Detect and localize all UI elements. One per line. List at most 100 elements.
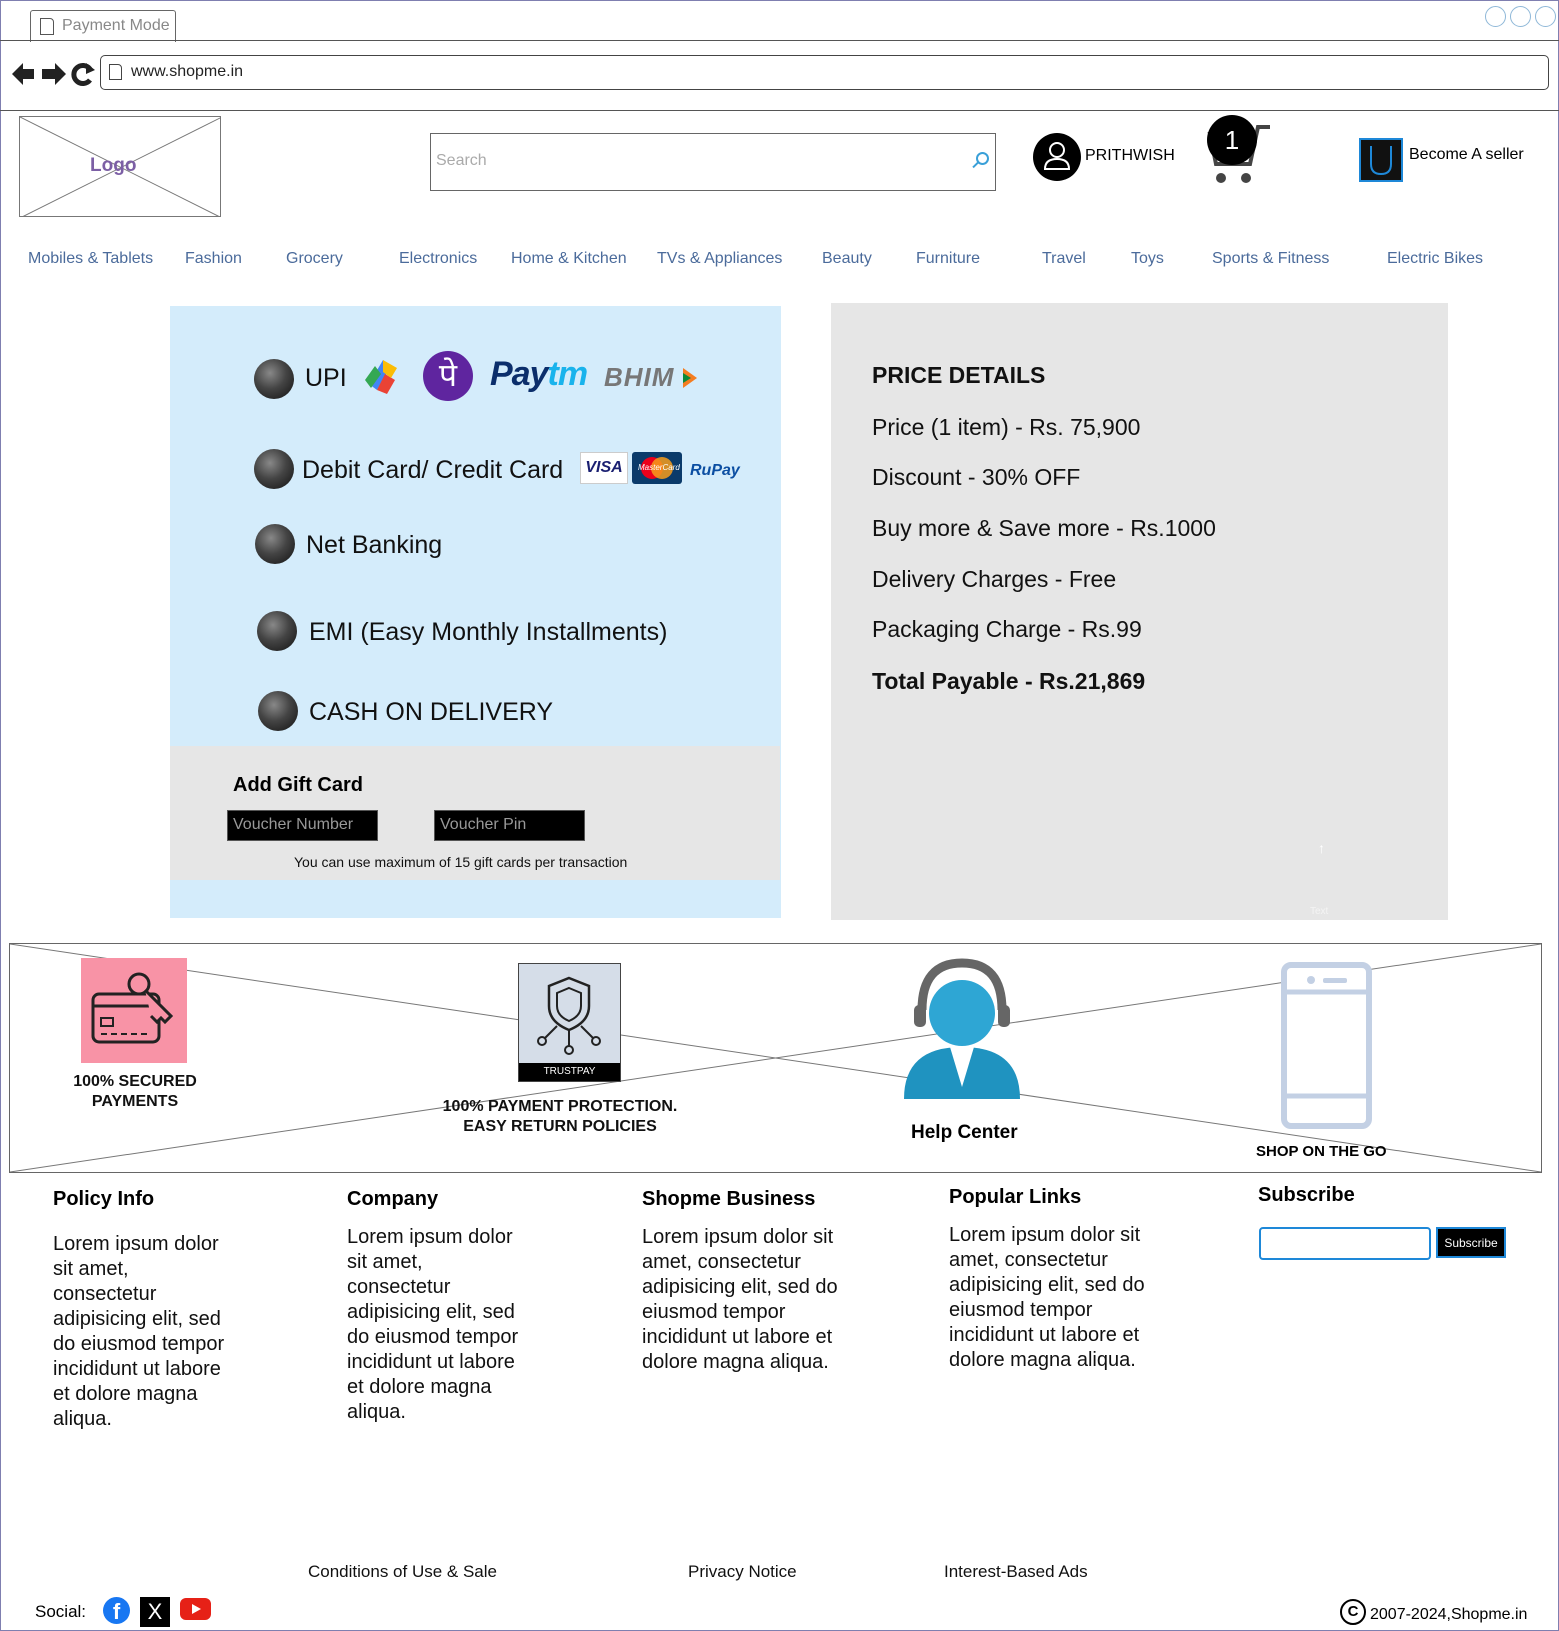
category-link[interactable]: Electric Bikes xyxy=(1387,250,1483,268)
text-line: adipisicing elit, sed do xyxy=(642,1276,838,1298)
user-icon xyxy=(1043,142,1071,170)
subscribe-email-input[interactable] xyxy=(1259,1227,1431,1260)
text-line: eiusmod tempor xyxy=(949,1299,1093,1321)
user-avatar[interactable] xyxy=(1033,133,1081,181)
policy-info-text: Lorem ipsum dolor sit amet, consectetur … xyxy=(53,1232,224,1432)
netbanking-radio[interactable] xyxy=(255,524,295,564)
category-link[interactable]: Beauty xyxy=(822,250,872,268)
divider xyxy=(0,40,1559,41)
address-bar[interactable]: www.shopme.in xyxy=(100,55,1549,90)
youtube-icon[interactable] xyxy=(180,1598,211,1620)
nav-controls xyxy=(12,63,95,86)
category-link[interactable]: Mobiles & Tablets xyxy=(28,250,153,268)
text-line: Lorem ipsum dolor xyxy=(53,1233,219,1255)
category-link[interactable]: Travel xyxy=(1042,250,1086,268)
card-key-glyph xyxy=(91,972,174,1044)
shopme-business-text: Lorem ipsum dolor sit amet, consectetur … xyxy=(642,1225,838,1375)
text-line: et dolore magna xyxy=(347,1376,492,1398)
protection-line: 100% PAYMENT PROTECTION. xyxy=(442,1098,678,1115)
text-line: amet, consectetur xyxy=(949,1249,1108,1271)
voucher-pin-input[interactable]: Voucher Pin xyxy=(434,810,585,841)
text-line: sit amet, xyxy=(347,1251,423,1273)
delivery-line: Delivery Charges - Free xyxy=(872,566,1117,592)
trustpay-badge: TRUSTPAY xyxy=(518,963,621,1082)
seller-icon[interactable] xyxy=(1359,138,1403,182)
mastercard-label: MasterCard xyxy=(638,463,680,472)
text-line: sit amet, xyxy=(53,1258,129,1280)
reload-icon[interactable] xyxy=(71,63,95,86)
price-details-panel xyxy=(831,303,1448,920)
emi-radio[interactable] xyxy=(257,611,297,651)
conditions-link[interactable]: Conditions of Use & Sale xyxy=(308,1562,497,1582)
text-line: Lorem ipsum dolor xyxy=(347,1226,513,1248)
back-arrow-icon[interactable] xyxy=(12,63,34,85)
category-link[interactable]: Home & Kitchen xyxy=(511,250,627,268)
text-line: dolore magna aliqua. xyxy=(949,1349,1136,1371)
copyright-text: 2007-2024,Shopme.in xyxy=(1370,1606,1528,1623)
category-link[interactable]: Toys xyxy=(1131,250,1164,268)
facebook-icon[interactable]: f xyxy=(103,1597,130,1624)
upi-label: UPI xyxy=(305,364,347,392)
subscribe-button[interactable]: Subscribe xyxy=(1436,1227,1506,1258)
paytm-logo: Paytm xyxy=(490,355,589,394)
voucher-number-input[interactable]: Voucher Number xyxy=(227,810,378,841)
category-link[interactable]: Electronics xyxy=(399,250,477,268)
discount-line: Discount - 30% OFF xyxy=(872,464,1081,490)
bhim-logo: BHIM xyxy=(604,362,675,392)
popular-links-text: Lorem ipsum dolor sit amet, consectetur … xyxy=(949,1223,1145,1373)
gpay-icon xyxy=(365,360,397,394)
up-arrow-icon: ↑ xyxy=(1318,840,1325,856)
maximize-button[interactable] xyxy=(1510,6,1531,27)
social-label: Social: xyxy=(35,1602,87,1621)
copyright-icon: C xyxy=(1340,1599,1366,1625)
policy-info-title: Policy Info xyxy=(53,1188,155,1210)
become-seller-link[interactable]: Become A seller xyxy=(1409,146,1524,164)
shop-on-the-go-label[interactable]: SHOP ON THE GO xyxy=(1256,1143,1387,1160)
subscribe-title: Subscribe xyxy=(1258,1184,1355,1206)
payment-protection-label: 100% PAYMENT PROTECTION. EASY RETURN POL… xyxy=(440,1097,680,1137)
help-center-icon[interactable] xyxy=(900,955,1020,1100)
text-line: do eiusmod tempor xyxy=(53,1333,225,1355)
browser-tab[interactable]: Payment Mode xyxy=(30,10,176,42)
tab-title: Payment Mode xyxy=(62,17,170,34)
text-line: eiusmod tempor xyxy=(642,1301,786,1323)
cod-label: CASH ON DELIVERY xyxy=(309,698,554,726)
card-label: Debit Card/ Credit Card xyxy=(302,456,564,484)
category-link[interactable]: TVs & Appliances xyxy=(657,250,782,268)
cart-count-badge[interactable]: 1 xyxy=(1207,115,1257,165)
total-payable: Total Payable - Rs.21,869 xyxy=(872,668,1146,694)
x-twitter-icon[interactable]: X xyxy=(140,1597,170,1627)
protection-line: EASY RETURN POLICIES xyxy=(463,1118,657,1135)
privacy-notice-link[interactable]: Privacy Notice xyxy=(688,1562,797,1582)
text-line: do eiusmod tempor xyxy=(347,1326,519,1348)
interest-ads-link[interactable]: Interest-Based Ads xyxy=(944,1562,1088,1582)
visa-icon: VISA xyxy=(580,452,628,484)
paytm-tm-text: tm xyxy=(547,355,589,393)
company-title: Company xyxy=(347,1188,439,1210)
text-line: aliqua. xyxy=(347,1401,406,1423)
search-icon[interactable] xyxy=(976,152,989,165)
packaging-line: Packaging Charge - Rs.99 xyxy=(872,616,1142,642)
cod-radio[interactable] xyxy=(258,691,298,731)
category-link[interactable]: Fashion xyxy=(185,250,242,268)
minimize-button[interactable] xyxy=(1485,6,1506,27)
help-center-label[interactable]: Help Center xyxy=(911,1122,1018,1144)
gift-card-title: Add Gift Card xyxy=(233,774,363,796)
document-icon xyxy=(40,18,54,35)
close-button[interactable] xyxy=(1535,6,1556,27)
text-line: dolore magna aliqua. xyxy=(642,1351,829,1373)
text-line: amet, consectetur xyxy=(642,1251,801,1273)
category-link[interactable]: Furniture xyxy=(916,250,980,268)
upi-radio[interactable] xyxy=(254,359,294,399)
forward-arrow-icon[interactable] xyxy=(42,63,66,85)
mobile-phone-icon xyxy=(1281,962,1372,1129)
category-link[interactable]: Sports & Fitness xyxy=(1212,250,1329,268)
user-name[interactable]: PRITHWISH xyxy=(1085,147,1175,165)
category-link[interactable]: Grocery xyxy=(286,250,343,268)
gift-card-note: You can use maximum of 15 gift cards per… xyxy=(294,854,628,870)
phonepe-icon: पे xyxy=(423,351,473,401)
search-input[interactable]: Search xyxy=(430,133,996,191)
text-line: adipisicing elit, sed do xyxy=(949,1274,1145,1296)
card-radio[interactable] xyxy=(254,449,294,489)
text-line: consectetur xyxy=(347,1276,451,1298)
